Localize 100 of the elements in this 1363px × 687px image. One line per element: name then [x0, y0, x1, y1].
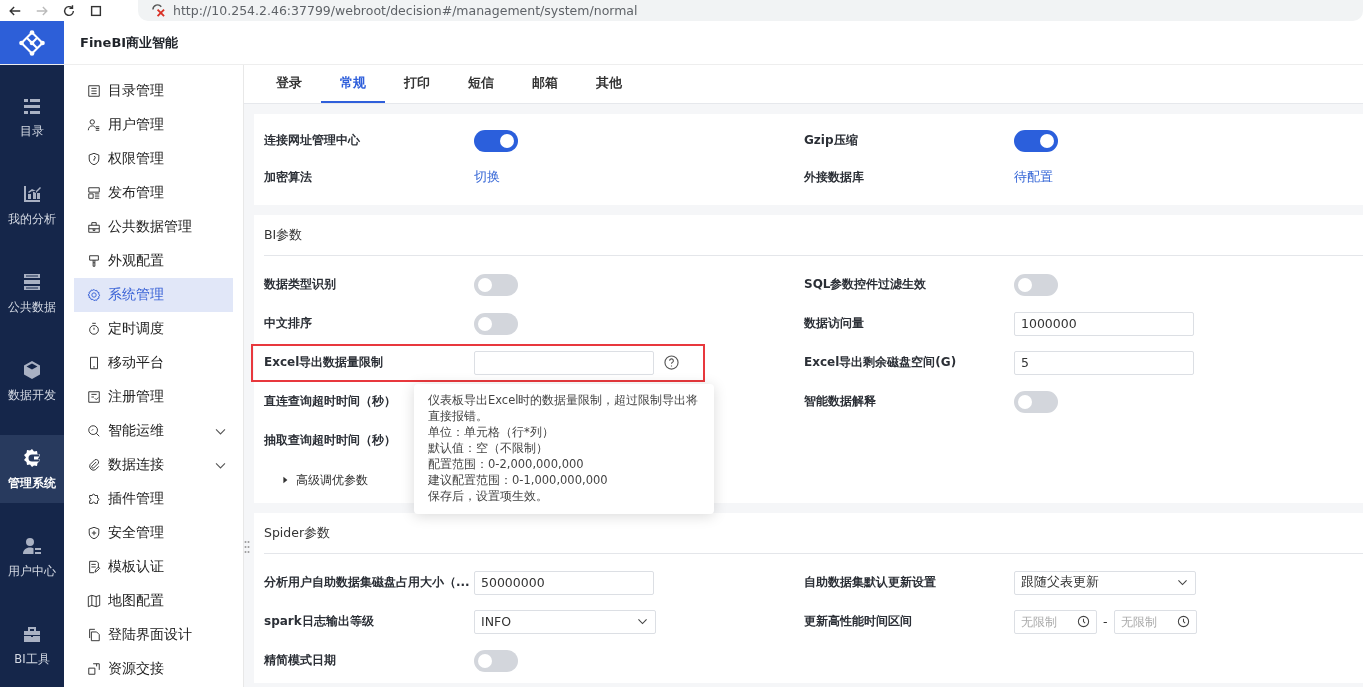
rail-item[interactable]: BI工具: [0, 611, 64, 679]
sidebar-item[interactable]: 移动平台: [74, 346, 233, 380]
magnifier-icon: [87, 424, 101, 438]
section-title: BI参数: [264, 225, 304, 244]
setting-label: Excel导出剩余磁盘空间(G): [804, 355, 957, 369]
toggle-switch[interactable]: [474, 312, 518, 335]
tab[interactable]: 邮箱: [513, 65, 577, 103]
timer-icon: [87, 322, 101, 336]
setting-label: 分析用户自助数据集磁盘占用大小（...: [264, 575, 470, 589]
shield-icon: [87, 152, 101, 166]
setting-label: 自助数据集默认更新设置: [804, 575, 936, 589]
time-field[interactable]: 无限制: [1014, 609, 1097, 634]
gear-icon: [22, 447, 42, 468]
toggle-switch[interactable]: [474, 649, 518, 672]
sidebar-item[interactable]: 资源交接: [74, 652, 233, 686]
toggle-switch[interactable]: [1014, 273, 1058, 296]
sidebar-item[interactable]: 登陆界面设计: [74, 618, 233, 652]
setting-label: 连接网址管理中心: [264, 133, 360, 147]
setting-label: 中文排序: [264, 316, 312, 330]
toggle-switch[interactable]: [1014, 129, 1058, 152]
time-field[interactable]: 无限制: [1113, 609, 1197, 634]
sidebar-item[interactable]: 安全管理: [74, 516, 233, 550]
chart-icon: [22, 183, 42, 204]
dropdown[interactable]: 跟随父表更新: [1014, 570, 1196, 595]
sidebar-item[interactable]: 模板认证: [74, 550, 233, 584]
clock-icon: [1176, 615, 1190, 628]
link[interactable]: 切换: [474, 169, 500, 186]
setting-label: 更新高性能时间区间: [804, 614, 912, 628]
setting-label: Gzip压缩: [804, 133, 858, 147]
rail-item[interactable]: 管理系统: [0, 435, 64, 503]
sidebar-item[interactable]: 目录管理: [74, 74, 233, 108]
tooltip-text: 配置范围：0-2,000,000,000: [428, 456, 585, 472]
setting-label: 智能数据解释: [804, 394, 876, 408]
help-icon[interactable]: [664, 355, 679, 370]
rail-item[interactable]: 目录: [0, 83, 64, 151]
cube-icon: [22, 359, 42, 380]
setting-label: 精简模式日期: [264, 653, 336, 667]
list-icon: [87, 84, 101, 98]
insecure-icon: [152, 4, 165, 17]
toggle-switch[interactable]: [1014, 390, 1058, 413]
input-field[interactable]: 1000000: [1014, 311, 1194, 336]
input-field[interactable]: 5: [1014, 350, 1194, 375]
tooltip-text: 保存后，设置项生效。: [428, 488, 549, 504]
setting-label: 直连查询超时时间（秒）: [264, 394, 396, 408]
sidebar-item[interactable]: 定时调度: [74, 312, 233, 346]
setting-label: spark日志输出等级: [264, 614, 374, 628]
square-icon[interactable]: [89, 3, 103, 18]
tab[interactable]: 打印: [385, 65, 449, 103]
clock-icon: [1077, 615, 1090, 628]
sidebar-item[interactable]: 插件管理: [74, 482, 233, 516]
tab[interactable]: 登录: [257, 65, 321, 103]
address-bar[interactable]: http://10.254.2.46:37799/webroot/decision#/management/system/normal: [138, 0, 1363, 21]
tab[interactable]: 其他: [577, 65, 641, 103]
form-icon: [87, 390, 101, 404]
expander[interactable]: 高级调优参数: [264, 460, 368, 500]
sidebar-item[interactable]: 数据连接: [74, 448, 233, 482]
rail-item[interactable]: 用户中心: [0, 523, 64, 591]
sidebar-item[interactable]: 用户管理: [74, 108, 233, 142]
sidebar-item[interactable]: 外观配置: [74, 244, 233, 278]
paperclip-icon: [87, 458, 101, 472]
sidebar-item[interactable]: 发布管理: [74, 176, 233, 210]
tooltip-text: 默认值：空（不限制）: [428, 440, 549, 456]
section-title: Spider参数: [264, 523, 332, 542]
link[interactable]: 待配置: [1014, 169, 1053, 186]
database-icon: [22, 271, 42, 292]
sidebar-item[interactable]: 权限管理: [74, 142, 233, 176]
rail-item[interactable]: 我的分析: [0, 171, 64, 239]
tab[interactable]: 短信: [449, 65, 513, 103]
tab[interactable]: 常规: [321, 65, 385, 103]
layout-icon: [87, 186, 101, 200]
phone-icon: [87, 356, 101, 370]
setting-label: 抽取查询超时时间（秒）: [264, 433, 396, 447]
user-icon: [87, 118, 101, 132]
dropdown[interactable]: INFO: [474, 609, 656, 634]
logo-tile[interactable]: [0, 21, 64, 64]
rail-item[interactable]: 数据开发: [0, 347, 64, 415]
toggle-switch[interactable]: [474, 129, 518, 152]
url-text: http://10.254.2.46:37799/webroot/decision#/management/system/normal: [173, 3, 638, 18]
paint-roller-icon: [87, 254, 101, 268]
briefcase-icon: [87, 220, 101, 234]
setting-label: Excel导出数据量限制: [264, 355, 384, 369]
sidebar-item[interactable]: 注册管理: [74, 380, 233, 414]
tooltip-text: 建议配置范围：0-1,000,000,000: [428, 472, 609, 488]
sidebar-item[interactable]: 系统管理: [74, 278, 233, 312]
copy-icon: [87, 628, 101, 642]
input-field[interactable]: 50000000: [474, 570, 654, 595]
sidebar-item[interactable]: 智能运维: [74, 414, 233, 448]
reload-icon[interactable]: [62, 3, 76, 18]
setting-label: 数据访问量: [804, 316, 864, 330]
rail-item[interactable]: 公共数据: [0, 259, 64, 327]
sidebar-item[interactable]: 公共数据管理: [74, 210, 233, 244]
sidebar-item[interactable]: 地图配置: [74, 584, 233, 618]
gear-icon: [87, 288, 101, 302]
resize-handle-icon[interactable]: [244, 540, 250, 554]
shield-icon: [87, 526, 101, 540]
input-field[interactable]: [474, 350, 654, 375]
setting-label: SQL参数控件过滤生效: [804, 277, 927, 291]
puzzle-icon: [87, 492, 101, 506]
toggle-switch[interactable]: [474, 273, 518, 296]
user-icon: [22, 535, 42, 556]
